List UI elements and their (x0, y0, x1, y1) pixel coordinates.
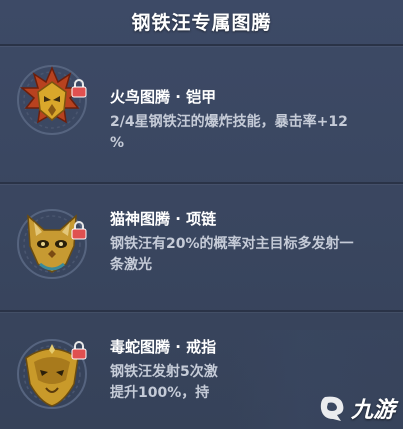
cat-god-totem-icon (14, 206, 90, 282)
item-description: 2/4星钢铁汪的爆炸技能，暴击率+12 % (110, 114, 348, 151)
lock-icon (70, 340, 88, 360)
panel-title: 钢铁汪专属图腾 (131, 12, 272, 34)
item-name: 火鸟图腾 · 铠甲 (110, 88, 217, 106)
totem-panel: 钢铁汪专属图腾 火鸟图腾 · 铠甲 2/4星钢铁汪的爆炸技能，暴击率+12 % (0, 0, 403, 429)
firebird-totem-icon (14, 62, 90, 138)
item-description: 钢铁汪有20%的概率对主目标多发射一 条激光 (110, 236, 354, 273)
jiuyou-logo-icon (315, 391, 349, 425)
totem-item-armor[interactable]: 火鸟图腾 · 铠甲 2/4星钢铁汪的爆炸技能，暴击率+12 % (0, 46, 403, 154)
lock-icon (70, 78, 88, 98)
item-name: 猫神图腾 · 项链 (110, 210, 217, 228)
item-name: 毒蛇图腾 · 戒指 (110, 338, 217, 356)
watermark: 九游 (315, 391, 395, 425)
totem-item-necklace[interactable]: 猫神图腾 · 项链 钢铁汪有20%的概率对主目标多发射一 条激光 (0, 184, 403, 310)
watermark-text: 九游 (350, 398, 395, 423)
lock-icon (70, 220, 88, 240)
